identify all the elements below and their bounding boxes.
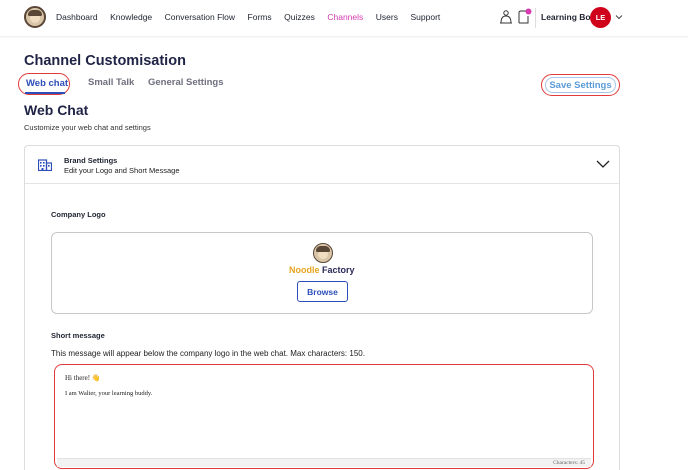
brand-logo-icon[interactable] bbox=[24, 6, 46, 28]
editor-footer: Characters: 45 bbox=[57, 458, 591, 467]
chevron-down-icon[interactable] bbox=[614, 12, 624, 22]
notification-icon[interactable] bbox=[516, 8, 532, 25]
brand-settings-subtitle: Edit your Logo and Short Message bbox=[64, 166, 180, 175]
section-title: Web Chat bbox=[24, 102, 89, 118]
tab-web-chat-label: Web chat bbox=[26, 78, 69, 89]
noodle-factory-mascot-icon bbox=[313, 243, 333, 263]
nav-item-forms[interactable]: Forms bbox=[248, 12, 272, 22]
logo-upload-area[interactable]: Noodle Factory Browse bbox=[51, 232, 593, 314]
main-nav: Dashboard Knowledge Conversation Flow Fo… bbox=[56, 12, 453, 22]
nav-item-conversation-flow[interactable]: Conversation Flow bbox=[165, 12, 235, 22]
company-logo-image: Noodle Factory bbox=[289, 265, 355, 275]
tab-small-talk[interactable]: Small Talk bbox=[88, 77, 134, 88]
nav-item-support[interactable]: Support bbox=[410, 12, 440, 22]
nav-item-channels[interactable]: Channels bbox=[327, 12, 363, 22]
logo-text-factory: Factory bbox=[319, 265, 355, 275]
short-message-editor[interactable]: Hi there! 👋 I am Walter, your learning b… bbox=[54, 364, 594, 469]
building-icon bbox=[38, 159, 52, 171]
brand-settings-title: Brand Settings bbox=[64, 156, 118, 165]
character-count: Characters: 45 bbox=[553, 460, 585, 466]
logo-text-noodle: Noodle bbox=[289, 265, 320, 275]
chevron-down-icon[interactable] bbox=[596, 159, 610, 169]
tab-active-underline bbox=[25, 92, 65, 94]
message-line-2: I am Walter, your learning buddy. bbox=[65, 390, 153, 397]
tab-web-chat[interactable]: Web chat bbox=[18, 73, 70, 95]
nav-item-quizzes[interactable]: Quizzes bbox=[284, 12, 315, 22]
short-message-label: Short message bbox=[51, 331, 105, 340]
user-bell-icon[interactable] bbox=[499, 9, 513, 25]
section-subtitle: Customize your web chat and settings bbox=[24, 123, 151, 132]
top-navbar: Dashboard Knowledge Conversation Flow Fo… bbox=[0, 0, 688, 36]
company-logo-label: Company Logo bbox=[51, 210, 106, 219]
nav-item-knowledge[interactable]: Knowledge bbox=[110, 12, 152, 22]
nav-divider bbox=[535, 8, 536, 28]
brand-settings-header[interactable]: Brand Settings Edit your Logo and Short … bbox=[25, 146, 619, 184]
avatar[interactable]: LE bbox=[590, 7, 611, 28]
browse-button[interactable]: Browse bbox=[297, 281, 348, 302]
save-button-focus-ring bbox=[545, 77, 616, 93]
save-settings-button[interactable]: Save Settings bbox=[541, 74, 620, 96]
short-message-help: This message will appear below the compa… bbox=[51, 349, 365, 358]
nav-item-users[interactable]: Users bbox=[376, 12, 398, 22]
page-title: Channel Customisation bbox=[24, 53, 186, 69]
message-line-1: Hi there! 👋 bbox=[65, 374, 101, 382]
tab-general-settings[interactable]: General Settings bbox=[148, 77, 224, 88]
bot-name[interactable]: Learning Bot bbox=[541, 12, 593, 22]
nav-item-dashboard[interactable]: Dashboard bbox=[56, 12, 98, 22]
